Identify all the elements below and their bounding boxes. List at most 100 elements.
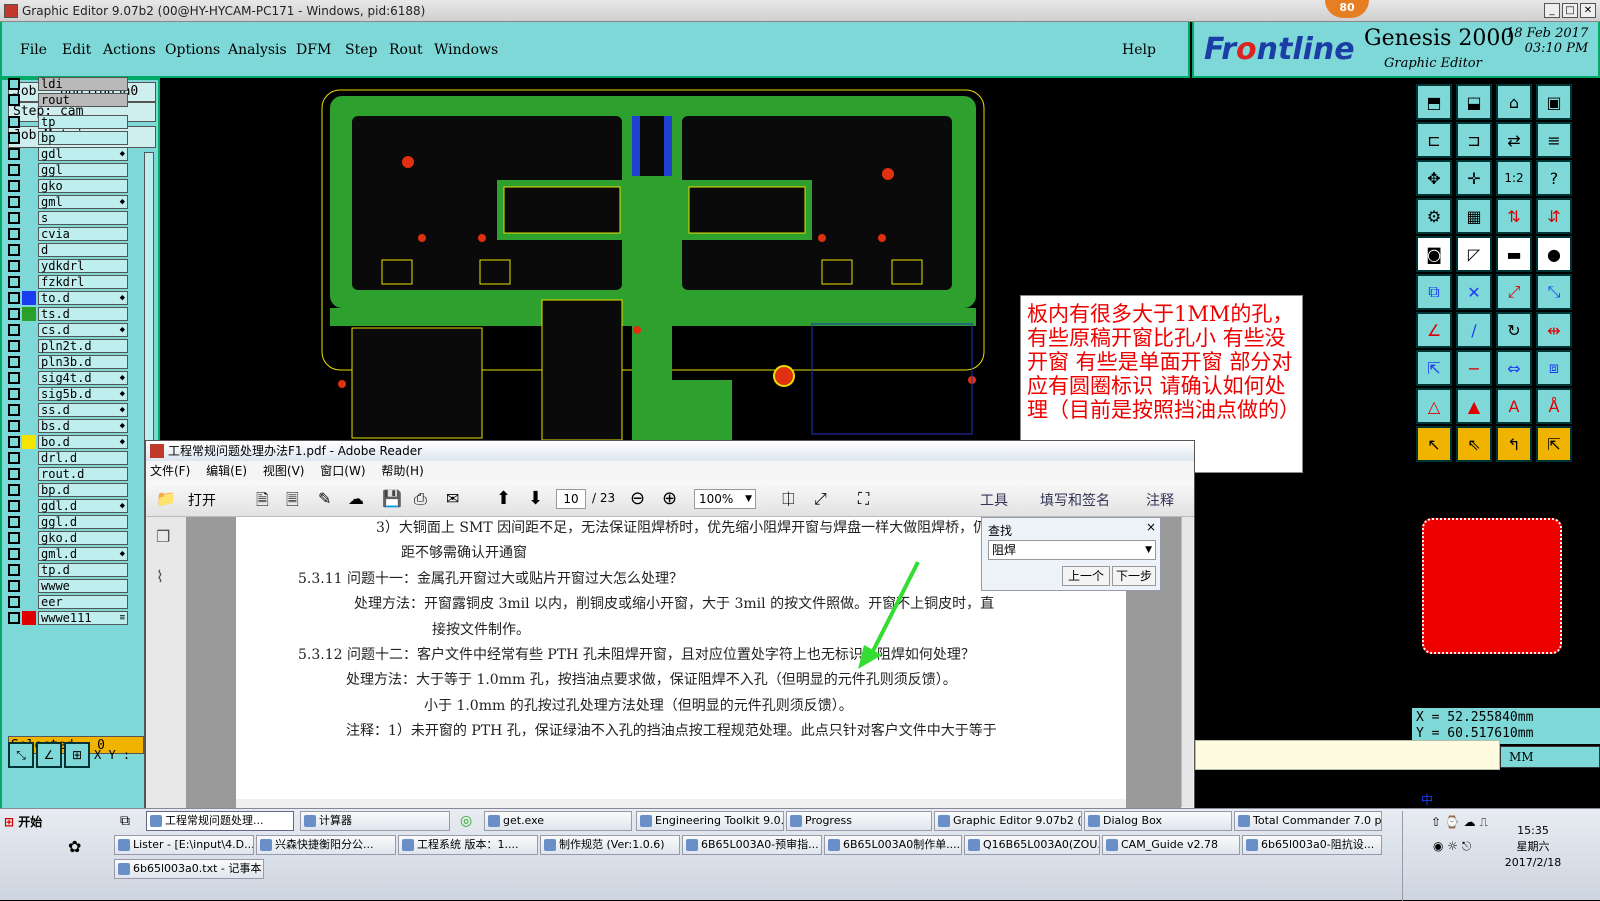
layer-name[interactable]: sig5b.d ◆ [38, 387, 128, 401]
taskbar-button[interactable]: Total Commander 7.0 p... [1234, 811, 1382, 831]
menu-actions[interactable]: Actions [103, 42, 156, 58]
layer-row[interactable]: gdl ◆ [8, 146, 128, 162]
save-disk-icon[interactable]: 💾 [382, 489, 402, 508]
attachment-icon[interactable]: ⌇ [156, 567, 164, 586]
line-tool-icon[interactable]: ◸ [1456, 236, 1492, 272]
menu-options[interactable]: Options [165, 42, 220, 58]
move-icon[interactable]: ⇱ [1416, 350, 1452, 386]
layer-row[interactable]: gdl.d ◆ [8, 498, 128, 514]
taskbar-button[interactable]: 6b65l003a0.txt - 记事本 [114, 859, 264, 879]
layer-name[interactable]: gko.d [38, 531, 128, 545]
layer-checkbox[interactable] [8, 516, 20, 528]
layer-row[interactable]: bp [8, 130, 128, 146]
zoom-out-icon[interactable]: ⊐ [1456, 122, 1492, 158]
layer-checkbox[interactable] [8, 612, 20, 624]
next-page-icon[interactable]: ⬇ [528, 488, 543, 509]
page-number-input[interactable]: 10 [556, 489, 586, 509]
taskbar-button[interactable]: 制作规范 (Ver:1.0.6) [540, 835, 680, 855]
layer-checkbox[interactable] [8, 436, 20, 448]
layer-row[interactable]: cs.d ◆ [8, 322, 128, 338]
menu-edit[interactable]: Edit [62, 42, 91, 58]
taskbar-button[interactable]: Q16B65L003A0(ZOU... [964, 835, 1100, 855]
pages-icon[interactable]: ❐ [156, 527, 170, 546]
group-icon[interactable]: ⧈ [1536, 350, 1572, 386]
fullscreen-icon[interactable]: ⛶ [858, 489, 869, 509]
clock[interactable]: 15:35 星期六 2017/2/18 [1503, 823, 1563, 871]
layer-name[interactable]: d [38, 243, 128, 257]
zoom-out-icon[interactable]: ⊖ [630, 488, 645, 509]
cross-icon[interactable]: ✕ [1456, 274, 1492, 310]
ime-indicator[interactable]: 中 [1421, 791, 1433, 808]
taskbar-button[interactable]: Graphic Editor 9.07b2 (... [934, 811, 1082, 831]
layer-name[interactable]: cs.d ◆ [38, 323, 128, 337]
fill-sign-button[interactable]: 填写和签名 [1040, 490, 1110, 510]
reader-menu-view[interactable]: 视图(V) [263, 464, 305, 478]
taskbar-button[interactable]: 工程常规问题处理... [146, 811, 294, 831]
grid-toggle-icon[interactable]: ▦ [1456, 198, 1492, 234]
layer-row[interactable]: pln2t.d [8, 338, 128, 354]
layer-row[interactable]: fzkdrl [8, 274, 128, 290]
redraw-icon[interactable]: ≡ [1536, 122, 1572, 158]
layer-row[interactable]: wwwe111 ≡ [8, 610, 128, 626]
layer-checkbox[interactable] [8, 420, 20, 432]
pan-icon[interactable]: ⇄ [1496, 122, 1532, 158]
layer-row[interactable]: ts.d [8, 306, 128, 322]
open-folder-icon[interactable]: 📁 [156, 489, 176, 508]
layer-checkbox[interactable] [8, 148, 20, 160]
mirror-icon[interactable]: ⇹ [1536, 312, 1572, 348]
create-icon[interactable]: 🗎 [256, 489, 269, 516]
taskbar-button[interactable]: 6B65L003A0-预审指... [682, 835, 822, 855]
open-job-icon[interactable]: ⬒ [1416, 84, 1452, 120]
start-button[interactable]: ⊞ 开始 [4, 813, 42, 830]
layer-checkbox[interactable] [8, 372, 20, 384]
layer-name[interactable]: to.d ◆ [38, 291, 128, 305]
layer-checkbox[interactable] [8, 308, 20, 320]
fit-width-icon[interactable]: ⤢ [814, 489, 827, 509]
center-icon[interactable]: ✛ [1456, 160, 1492, 196]
reader-scrollbar[interactable] [1181, 517, 1193, 807]
layer-checkbox[interactable] [8, 94, 20, 106]
layer-checkbox[interactable] [8, 564, 20, 576]
find-input[interactable]: 阻焊 ▼ [988, 540, 1156, 560]
layer-name[interactable]: eer [38, 595, 128, 609]
layer-checkbox[interactable] [8, 212, 20, 224]
layer-name[interactable]: sig4t.d ◆ [38, 371, 128, 385]
layer-checkbox[interactable] [8, 356, 20, 368]
layer-name[interactable]: cvia [38, 227, 128, 241]
zoom-in-icon[interactable]: ⊏ [1416, 122, 1452, 158]
layer-row[interactable]: tp [8, 114, 128, 130]
taskbar-button[interactable]: 计算器 [300, 811, 450, 831]
layer-checkbox[interactable] [8, 388, 20, 400]
menu-help[interactable]: Help [1122, 42, 1156, 58]
snap-icon[interactable]: ⚙ [1416, 198, 1452, 234]
minus-icon[interactable]: − [1456, 350, 1492, 386]
layer-checkbox[interactable] [8, 260, 20, 272]
find-next-button[interactable]: 下一步 [1112, 566, 1156, 586]
layer-row[interactable]: ggl [8, 162, 128, 178]
layer-name[interactable]: ggl.d [38, 515, 128, 529]
upload-icon[interactable]: ☁ [348, 489, 364, 508]
select-multi-icon[interactable]: ⇱ [1536, 426, 1572, 462]
fit-icon[interactable]: ✥ [1416, 160, 1452, 196]
angle-icon[interactable]: ∠ [1416, 312, 1452, 348]
layer-name[interactable]: bp.d [38, 483, 128, 497]
layer-name[interactable]: bp [38, 131, 128, 145]
layer-checkbox[interactable] [8, 292, 20, 304]
layer-name[interactable]: wwwe111 ≡ [38, 611, 128, 625]
taskbar-button[interactable]: 兴森快捷衡阳分公... [256, 835, 396, 855]
net-icon[interactable]: ⧉ [1416, 274, 1452, 310]
layer-row[interactable]: gko [8, 178, 128, 194]
layer-name[interactable]: gko [38, 179, 128, 193]
layer-row[interactable]: cvia [8, 226, 128, 242]
layer-row[interactable]: gko.d [8, 530, 128, 546]
layer-row[interactable]: rout.d [8, 466, 128, 482]
layer-checkbox[interactable] [8, 452, 20, 464]
letter-a2-icon[interactable]: Å [1536, 388, 1572, 424]
menu-windows[interactable]: Windows [434, 42, 498, 58]
menu-dfm[interactable]: DFM [296, 42, 331, 58]
layer-row[interactable]: tp.d [8, 562, 128, 578]
quicklaunch-2-icon[interactable]: ⧉ [120, 813, 130, 829]
measure-icon[interactable]: ∠ [36, 742, 62, 768]
comment-button[interactable]: 注释 [1146, 490, 1174, 510]
overview-panel[interactable] [1414, 512, 1568, 660]
